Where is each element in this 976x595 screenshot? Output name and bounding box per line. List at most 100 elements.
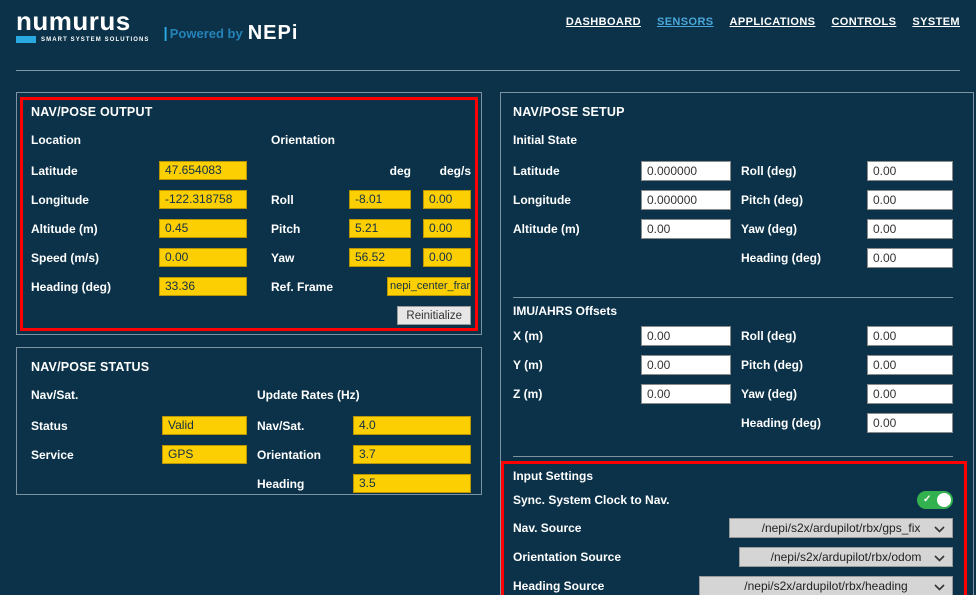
- status-row: Status Valid: [31, 416, 247, 435]
- latitude-label: Latitude: [31, 164, 159, 178]
- powered-by-nepi: | Powered by NEPi: [164, 22, 299, 45]
- imu-offsets-heading: IMU/AHRS Offsets: [513, 304, 953, 318]
- offset-z-input[interactable]: [641, 384, 731, 404]
- nav-link-applications[interactable]: APPLICATIONS: [730, 16, 816, 28]
- heading-source-row: Heading Source /nepi/s2x/ardupilot/rbx/h…: [513, 576, 953, 595]
- initial-altitude-label: Altitude (m): [513, 222, 641, 236]
- location-heading: Location: [31, 133, 247, 147]
- initial-heading-row: Heading (deg): [741, 248, 953, 267]
- speed-output: 0.00: [159, 248, 247, 267]
- initial-heading-label: Heading (deg): [741, 251, 867, 265]
- offset-pitch-input[interactable]: [867, 355, 953, 375]
- navsat-heading: Nav/Sat.: [31, 388, 247, 402]
- initial-latitude-row: Latitude: [513, 161, 731, 180]
- heading-label: Heading (deg): [31, 280, 159, 294]
- pitch-rate-output: 0.00: [423, 219, 471, 238]
- initial-roll-row: Roll (deg): [741, 161, 953, 180]
- initial-latitude-input[interactable]: [641, 161, 731, 181]
- sync-clock-label: Sync. System Clock to Nav.: [513, 493, 917, 507]
- numurus-logo: numurus SMART SYSTEM SOLUTIONS | Powered…: [16, 8, 298, 58]
- update-rates-heading: Update Rates (Hz): [257, 388, 471, 402]
- sync-clock-row: Sync. System Clock to Nav. ✓: [513, 490, 953, 509]
- initial-roll-input[interactable]: [867, 161, 953, 181]
- nav-link-sensors[interactable]: SENSORS: [657, 16, 714, 28]
- heading-rate-row: Heading 3.5: [257, 474, 471, 493]
- brand-text: numurus: [16, 8, 150, 34]
- roll-deg-output: -8.01: [349, 190, 411, 209]
- check-icon: ✓: [923, 493, 931, 507]
- offset-roll-input[interactable]: [867, 326, 953, 346]
- pitch-label: Pitch: [271, 222, 349, 236]
- red-annotation-input-settings: Input Settings Sync. System Clock to Nav…: [501, 461, 967, 595]
- heading-source-select[interactable]: /nepi/s2x/ardupilot/rbx/heading: [699, 576, 953, 595]
- offset-z-label: Z (m): [513, 387, 641, 401]
- initial-pitch-row: Pitch (deg): [741, 190, 953, 209]
- ref-frame-output: nepi_center_frame: [387, 277, 471, 296]
- initial-heading-input[interactable]: [867, 248, 953, 268]
- pitch-row: Pitch 5.21 0.00: [271, 219, 471, 238]
- status-label: Status: [31, 419, 162, 433]
- pitch-deg-output: 5.21: [349, 219, 411, 238]
- orientation-source-label: Orientation Source: [513, 550, 739, 564]
- offset-pitch-label: Pitch (deg): [741, 358, 867, 372]
- heading-rate-output: 3.5: [353, 474, 471, 493]
- deg-column-header: deg: [349, 164, 411, 178]
- yaw-deg-output: 56.52: [349, 248, 411, 267]
- chevron-down-icon: [934, 555, 945, 562]
- offset-y-label: Y (m): [513, 358, 641, 372]
- yaw-label: Yaw: [271, 251, 349, 265]
- nav-pose-page: numurus SMART SYSTEM SOLUTIONS | Powered…: [0, 0, 976, 595]
- roll-label: Roll: [271, 193, 349, 207]
- top-nav: DASHBOARD SENSORS APPLICATIONS CONTROLS …: [566, 8, 960, 58]
- initial-longitude-input[interactable]: [641, 190, 731, 210]
- status-output: Valid: [162, 416, 247, 435]
- heading-output: 33.36: [159, 277, 247, 296]
- navsat-rate-label: Nav/Sat.: [257, 419, 353, 433]
- latitude-row: Latitude 47.654083: [31, 161, 247, 180]
- orientation-source-select[interactable]: /nepi/s2x/ardupilot/rbx/odom: [739, 547, 953, 567]
- offset-yaw-input[interactable]: [867, 384, 953, 404]
- offset-heading-input[interactable]: [867, 413, 953, 433]
- brand-tagline: SMART SYSTEM SOLUTIONS: [41, 37, 150, 43]
- yaw-rate-output: 0.00: [423, 248, 471, 267]
- roll-rate-output: 0.00: [423, 190, 471, 209]
- speed-label: Speed (m/s): [31, 251, 159, 265]
- initial-altitude-input[interactable]: [641, 219, 731, 239]
- orientation-units-header: deg deg/s: [271, 161, 471, 180]
- nav-pose-setup-panel: NAV/POSE SETUP Initial State Latitude Lo…: [500, 92, 974, 595]
- initial-longitude-label: Longitude: [513, 193, 641, 207]
- offset-heading-row: Heading (deg): [741, 413, 953, 432]
- deg-per-s-column-header: deg/s: [423, 164, 471, 178]
- chevron-down-icon: [934, 584, 945, 591]
- latitude-output: 47.654083: [159, 161, 247, 180]
- header-divider: [16, 70, 960, 71]
- setup-divider-1: [513, 297, 953, 298]
- ref-frame-row: Ref. Frame nepi_center_frame: [271, 277, 471, 296]
- reinitialize-button[interactable]: Reinitialize: [397, 306, 471, 325]
- initial-pitch-label: Pitch (deg): [741, 193, 867, 207]
- status-panel-title: NAV/POSE STATUS: [31, 360, 471, 375]
- toggle-knob: [937, 493, 951, 507]
- offset-yaw-label: Yaw (deg): [741, 387, 867, 401]
- initial-pitch-input[interactable]: [867, 190, 953, 210]
- initial-roll-label: Roll (deg): [741, 164, 867, 178]
- initial-state-heading: Initial State: [513, 133, 953, 147]
- offset-pitch-row: Pitch (deg): [741, 355, 953, 374]
- navsat-rate-row: Nav/Sat. 4.0: [257, 416, 471, 435]
- initial-altitude-row: Altitude (m): [513, 219, 731, 238]
- initial-yaw-input[interactable]: [867, 219, 953, 239]
- service-label: Service: [31, 448, 162, 462]
- offset-x-input[interactable]: [641, 326, 731, 346]
- sync-clock-toggle[interactable]: ✓: [917, 491, 953, 509]
- setup-panel-title: NAV/POSE SETUP: [513, 105, 953, 120]
- nav-link-controls[interactable]: CONTROLS: [831, 16, 896, 28]
- nav-link-dashboard[interactable]: DASHBOARD: [566, 16, 641, 28]
- pipe-divider: |: [164, 25, 168, 42]
- nav-link-system[interactable]: SYSTEM: [912, 16, 960, 28]
- nav-source-select[interactable]: /nepi/s2x/ardupilot/rbx/gps_fix: [729, 518, 953, 538]
- offset-y-input[interactable]: [641, 355, 731, 375]
- powered-by-text: Powered by: [170, 26, 243, 41]
- altitude-label: Altitude (m): [31, 222, 159, 236]
- nav-source-value: /nepi/s2x/ardupilot/rbx/gps_fix: [762, 521, 921, 535]
- heading-rate-label: Heading: [257, 477, 353, 491]
